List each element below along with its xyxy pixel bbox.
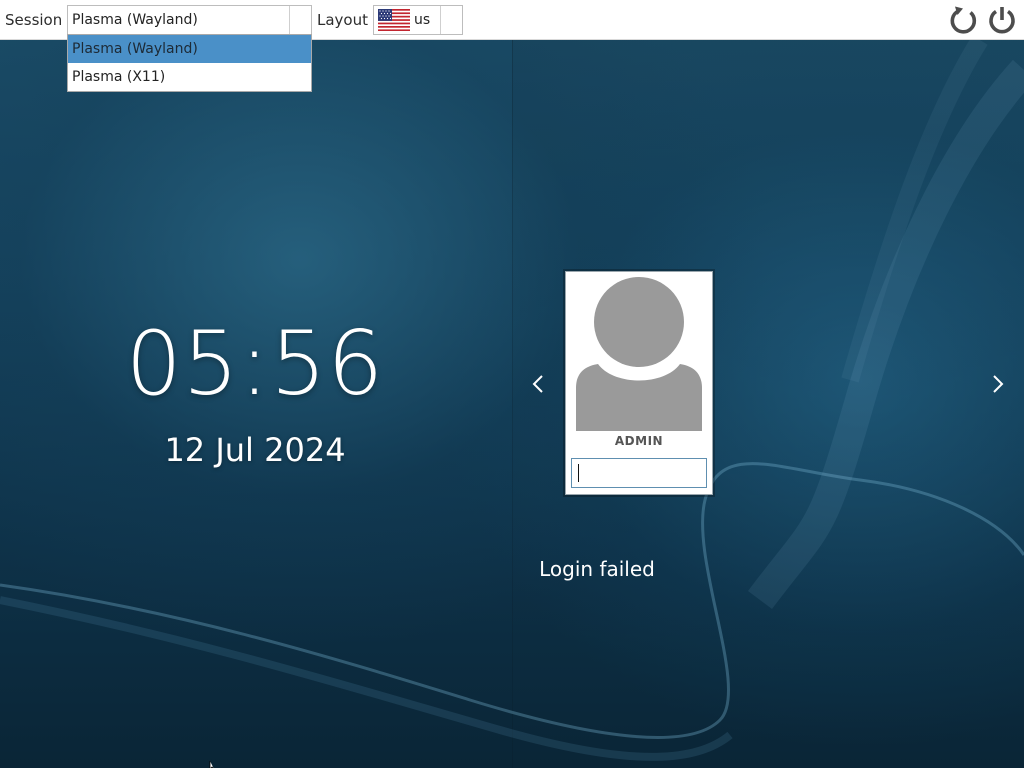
chevron-right-icon[interactable] [989, 374, 1007, 394]
clock-date: 12 Jul 2024 [164, 431, 346, 469]
mouse-pointer-icon [209, 761, 214, 768]
user-card[interactable]: ADMIN [565, 271, 713, 495]
us-flag-icon [378, 9, 410, 31]
layout-select-toggle[interactable] [440, 6, 462, 34]
avatar [576, 277, 702, 431]
reboot-icon[interactable] [948, 4, 980, 36]
power-icon[interactable] [986, 4, 1018, 36]
session-label: Session [5, 11, 63, 29]
login-status-message: Login failed [539, 557, 655, 581]
session-select-toggle[interactable] [289, 6, 311, 34]
session-select[interactable]: Plasma (Wayland) [67, 5, 312, 35]
session-select-value: Plasma (Wayland) [72, 12, 198, 28]
layout-select[interactable]: us [373, 5, 463, 35]
session-option-wayland[interactable]: Plasma (Wayland) [68, 35, 311, 63]
session-dropdown-list: Plasma (Wayland) Plasma (X11) [67, 34, 312, 92]
session-option-x11[interactable]: Plasma (X11) [68, 63, 311, 91]
username-label: ADMIN [614, 434, 664, 448]
chevron-left-icon[interactable] [530, 374, 548, 394]
clock-time: 05:56 [125, 312, 385, 415]
password-input[interactable] [571, 458, 707, 488]
text-caret [578, 464, 579, 482]
layout-select-value: us [414, 12, 431, 28]
layout-label: Layout [317, 11, 368, 29]
